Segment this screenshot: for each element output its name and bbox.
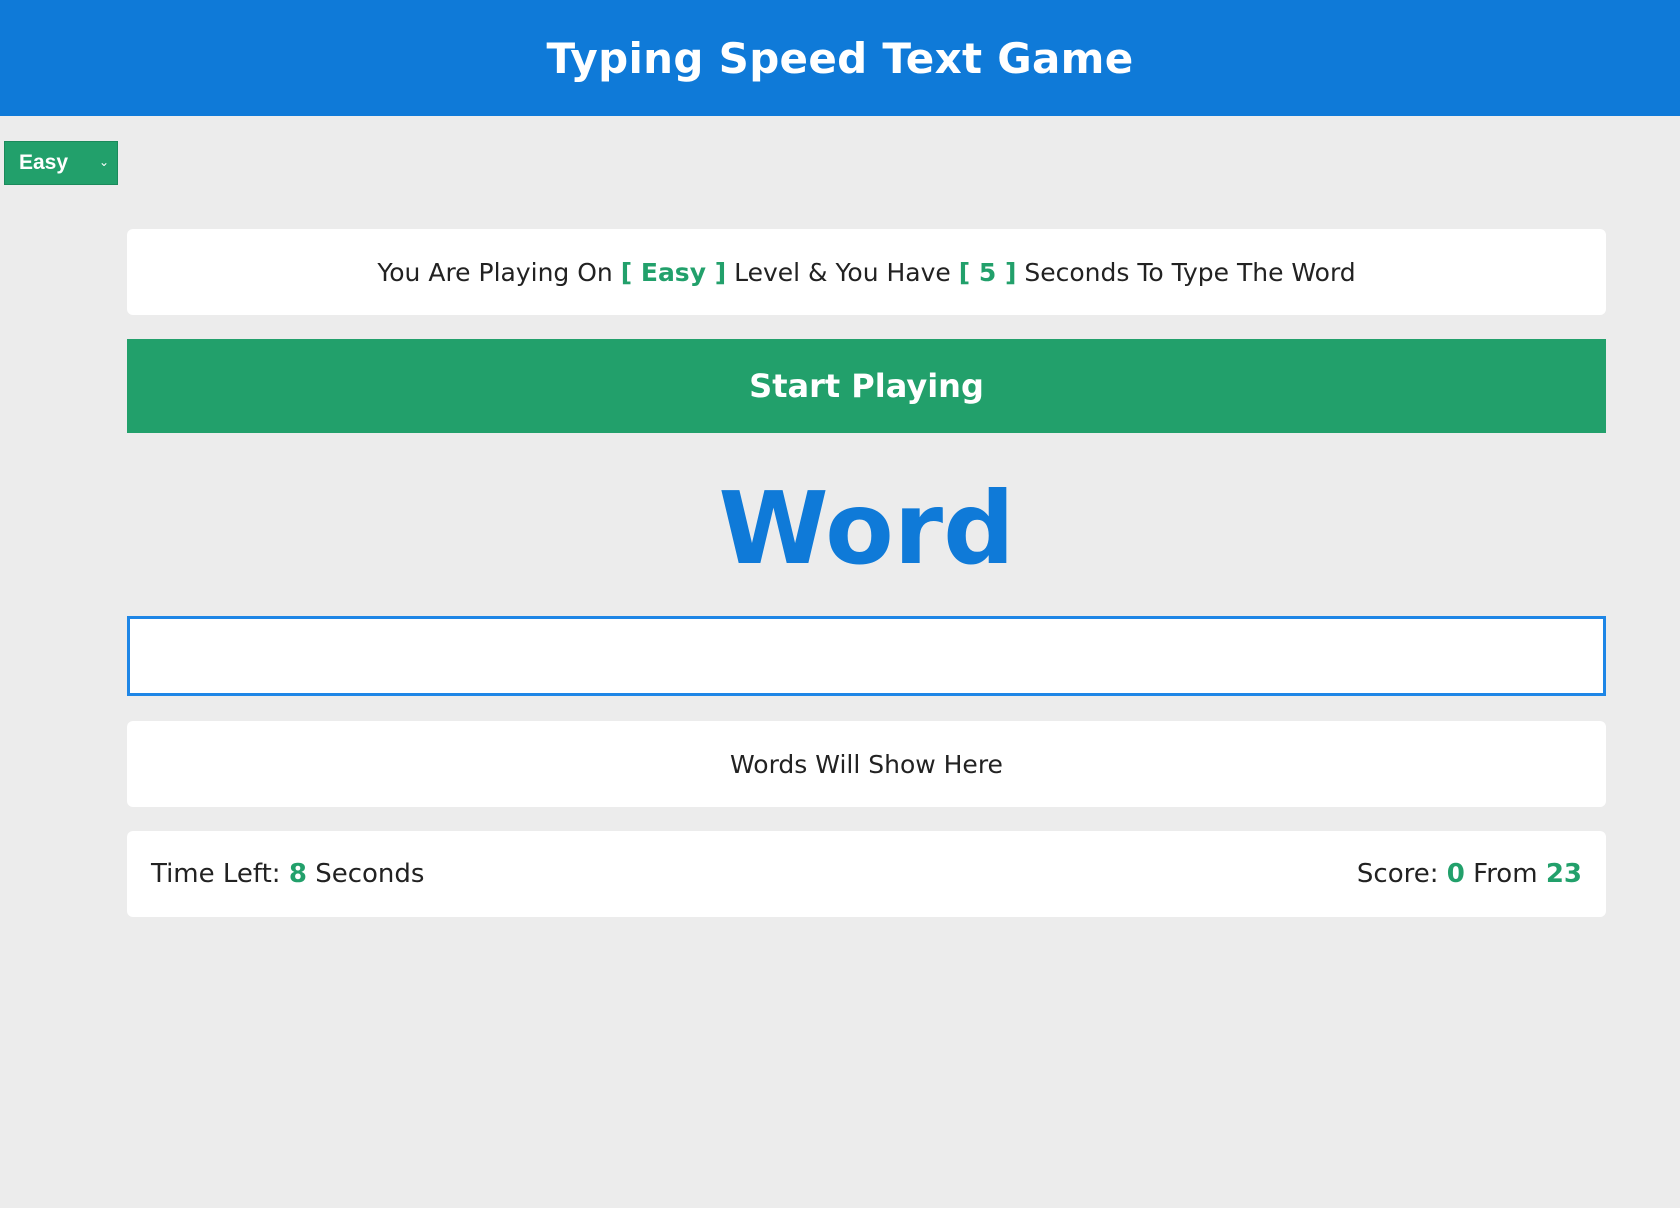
score-label: Score: [1356, 859, 1439, 889]
score: Score: 0 From 23 [1357, 859, 1582, 889]
upcoming-words: Words Will Show Here [127, 721, 1606, 807]
score-total: 23 [1545, 859, 1582, 889]
upcoming-words-text: Words Will Show Here [730, 749, 1003, 779]
level-select[interactable]: Easy ⌄ [4, 141, 118, 185]
level-message: You Are Playing On [ Easy ] Level & You … [127, 229, 1606, 315]
typing-input[interactable] [127, 616, 1606, 696]
score-value: 0 [1446, 859, 1465, 889]
message-text-3: Seconds To Type The Word [1024, 257, 1356, 287]
page-header: Typing Speed Text Game [0, 0, 1680, 116]
level-select-value: Easy [19, 151, 69, 174]
start-playing-button[interactable]: Start Playing [127, 339, 1606, 433]
chevron-down-icon: ⌄ [98, 155, 109, 169]
score-from-label: From [1473, 859, 1538, 889]
current-word: Word [718, 469, 1015, 587]
time-left: Time Left: 8 Seconds [151, 859, 424, 889]
message-text-1: You Are Playing On [377, 257, 613, 287]
time-left-value: 8 [288, 859, 307, 889]
message-level: [ Easy ] [620, 257, 727, 287]
message-seconds: [ 5 ] [958, 257, 1017, 287]
message-text-2: Level & You Have [734, 257, 951, 287]
stats-bar: Time Left: 8 Seconds Score: 0 From 23 [127, 831, 1606, 917]
time-left-label: Time Left: [151, 859, 281, 889]
page-title: Typing Speed Text Game [546, 33, 1134, 83]
time-left-unit: Seconds [315, 859, 425, 889]
